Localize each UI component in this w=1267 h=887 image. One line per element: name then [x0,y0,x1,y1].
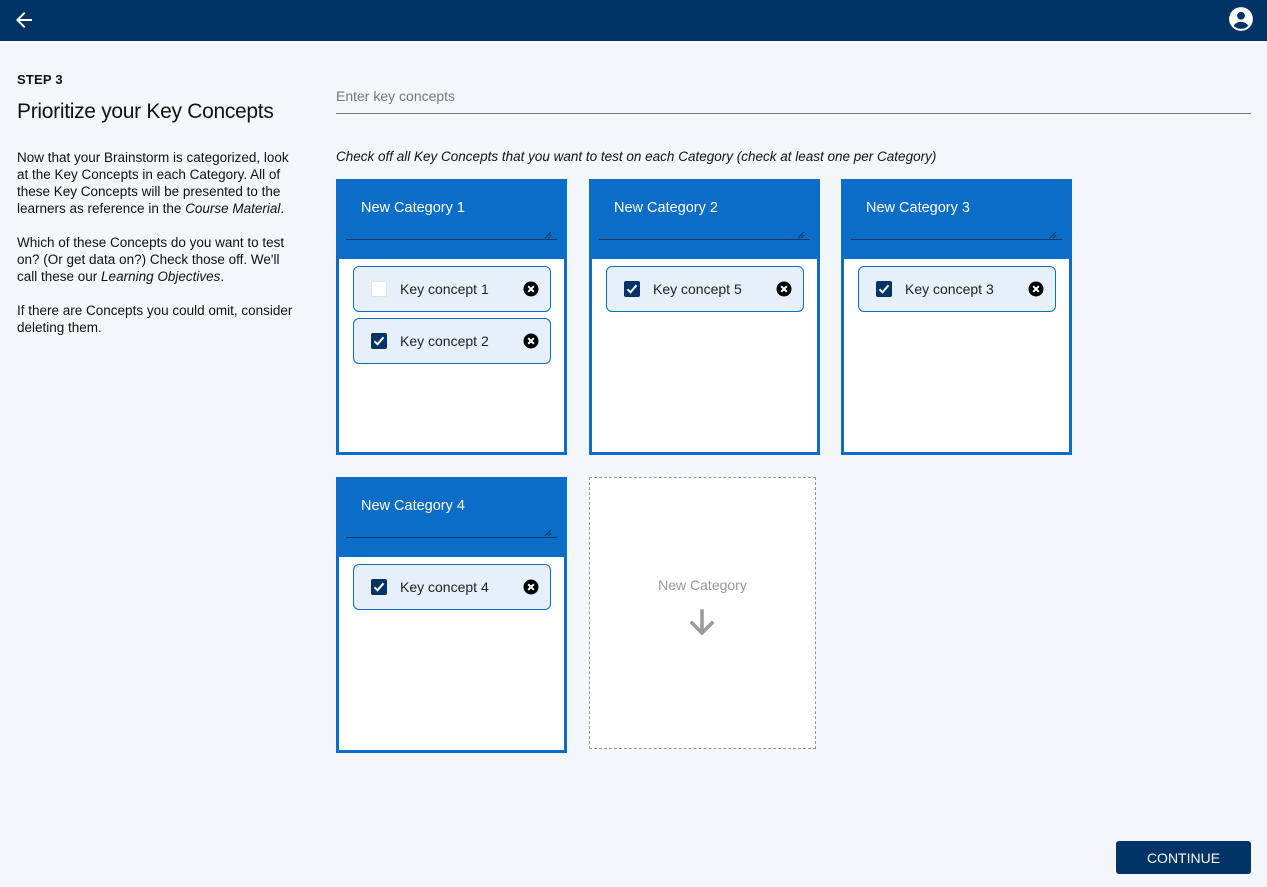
category-title[interactable]: New Category 1 [361,200,465,216]
back-button[interactable] [12,8,36,32]
paragraph-2-emphasis: Learning Objectives [101,269,221,284]
category-title[interactable]: New Category 2 [614,200,718,216]
resize-grip-icon[interactable] [797,231,805,239]
category-title-underline [599,239,810,240]
checkmark-icon [626,284,638,294]
sidebar-paragraph-1: Now that your Brainstorm is categorized,… [17,149,297,217]
new-category-label: New Category [658,577,747,593]
instructions-sidebar: STEP 3 Prioritize your Key Concepts Now … [17,72,297,353]
arrow-down-icon [689,609,715,636]
concept-checkbox[interactable] [371,333,387,349]
concept-checkbox[interactable] [371,579,387,595]
account-button[interactable] [1228,6,1254,32]
remove-icon[interactable] [523,333,539,349]
category-title-underline [346,537,557,538]
category-card: New Category 2 Key concept 5 [589,179,820,455]
checkmark-icon [373,336,385,346]
category-concepts: Key concept 1 Key concept 2 [339,259,564,364]
concept-label: Key concept 4 [400,579,489,595]
remove-icon[interactable] [1028,281,1044,297]
sidebar-paragraph-3: If there are Concepts you could omit, co… [17,303,293,335]
category-concepts: Key concept 4 [339,557,564,610]
concept-chip[interactable]: Key concept 5 [606,266,804,312]
category-header: New Category 2 [592,182,817,259]
paragraph-1-emphasis: Course Material [185,201,281,216]
category-card: New Category 1 Key concept 1 Key concept… [336,179,567,455]
category-concepts: Key concept 3 [844,259,1069,312]
concept-label: Key concept 5 [653,281,742,297]
concept-input-container [336,76,1251,114]
category-header: New Category 1 [339,182,564,259]
concept-chip[interactable]: Key concept 3 [858,266,1056,312]
remove-icon[interactable] [523,281,539,297]
resize-grip-icon[interactable] [544,231,552,239]
concept-checkbox[interactable] [371,281,387,297]
resize-grip-icon[interactable] [544,529,552,537]
category-concepts: Key concept 5 [592,259,817,312]
concept-label: Key concept 2 [400,333,489,349]
category-title[interactable]: New Category 4 [361,498,465,514]
top-bar [0,0,1267,41]
concept-checkbox[interactable] [624,281,640,297]
concept-label: Key concept 3 [905,281,994,297]
category-card: New Category 4 Key concept 4 [336,477,567,753]
category-header: New Category 3 [844,182,1069,259]
step-label: STEP 3 [17,72,63,87]
continue-button[interactable]: CONTINUE [1116,841,1251,874]
resize-grip-icon[interactable] [1049,231,1057,239]
paragraph-2-end: . [220,269,225,284]
concept-chip[interactable]: Key concept 1 [353,266,551,312]
sidebar-paragraph-2: Which of these Concepts do you want to t… [17,234,297,285]
paragraph-1-end: . [280,201,285,216]
category-card: New Category 3 Key concept 3 [841,179,1072,455]
key-concepts-input[interactable] [336,76,1251,113]
remove-icon[interactable] [776,281,792,297]
concept-label: Key concept 1 [400,281,489,297]
category-title-underline [851,239,1062,240]
checkmark-icon [878,284,890,294]
remove-icon[interactable] [523,579,539,595]
concept-checkbox[interactable] [876,281,892,297]
instructions-text: Check off all Key Concepts that you want… [336,149,937,164]
category-title[interactable]: New Category 3 [866,200,970,216]
concept-chip[interactable]: Key concept 4 [353,564,551,610]
category-title-underline [346,239,557,240]
checkmark-icon [373,582,385,592]
new-category-dropzone[interactable]: New Category [589,477,816,749]
page-title: Prioritize your Key Concepts [17,100,274,123]
account-circle-icon [1229,7,1253,31]
concept-chip[interactable]: Key concept 2 [353,318,551,364]
back-arrow-icon [16,12,32,28]
category-header: New Category 4 [339,480,564,557]
